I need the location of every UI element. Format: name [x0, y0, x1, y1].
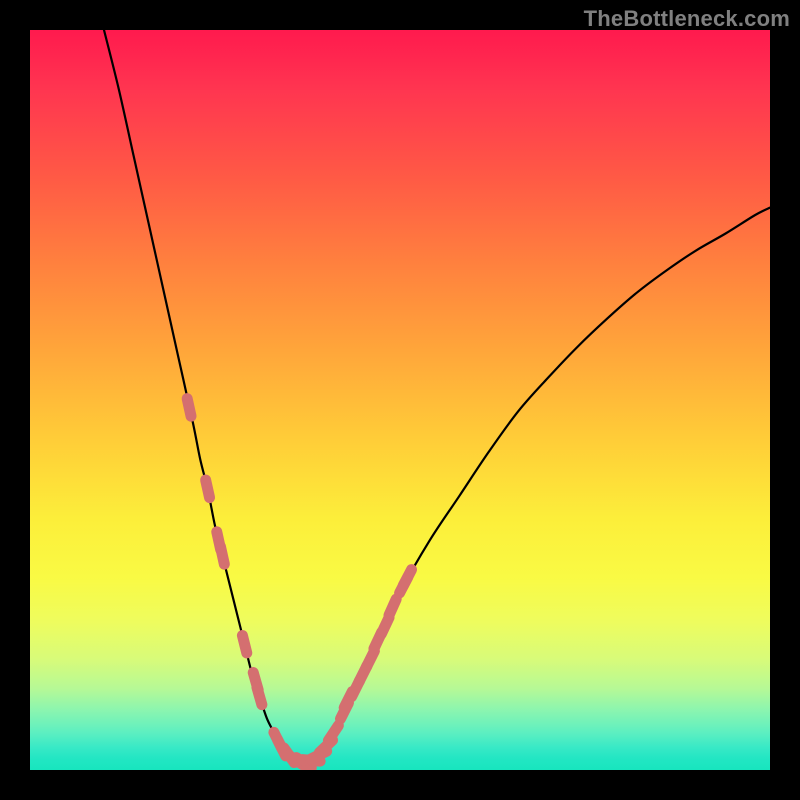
curve-marker	[403, 570, 411, 586]
curve-marker	[389, 599, 396, 615]
bottleneck-curve	[30, 30, 770, 770]
chart-container: TheBottleneck.com	[0, 0, 800, 800]
plot-area	[30, 30, 770, 770]
curve-marker	[220, 547, 224, 565]
curve-marker	[257, 687, 262, 704]
curve-marker	[187, 399, 191, 417]
curve-marker	[242, 635, 246, 652]
watermark: TheBottleneck.com	[584, 6, 790, 32]
curve-marker	[206, 480, 210, 498]
